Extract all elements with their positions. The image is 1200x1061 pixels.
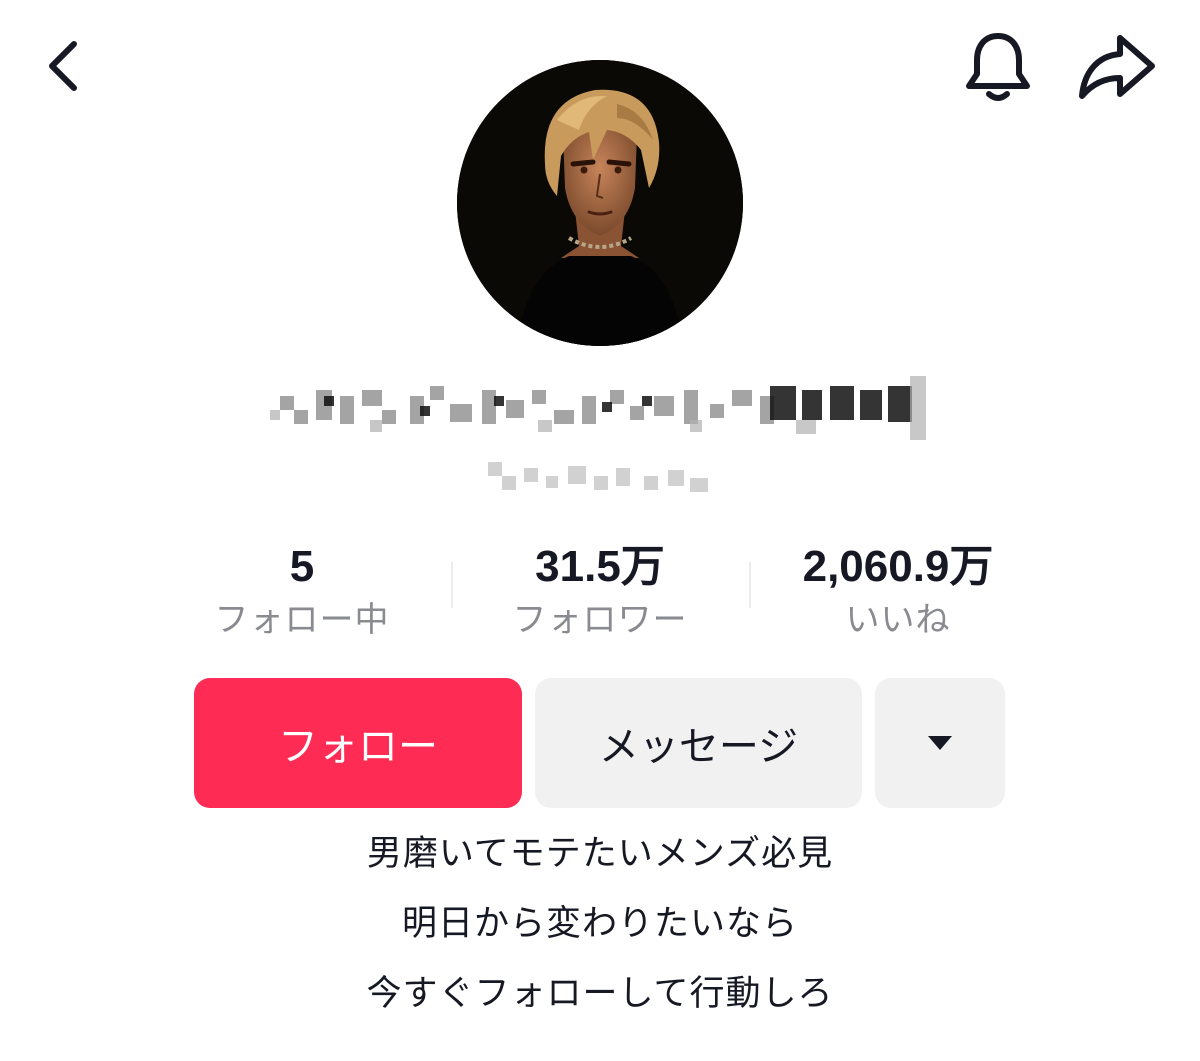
stat-followers[interactable]: 31.5万 フォロワー — [450, 540, 750, 642]
follow-button[interactable]: フォロー — [194, 678, 522, 808]
share-button[interactable] — [1074, 28, 1158, 108]
share-arrow-icon — [1079, 35, 1155, 99]
likes-count: 2,060.9万 — [802, 542, 994, 591]
following-label: フォロー中 — [214, 600, 390, 640]
following-count: 5 — [289, 542, 315, 591]
followers-count: 31.5万 — [535, 542, 665, 591]
bio-line: 明日から変わりたいなら — [401, 904, 798, 944]
avatar-portrait-image — [457, 60, 743, 346]
back-button[interactable] — [30, 32, 102, 104]
more-options-button[interactable] — [875, 678, 1005, 808]
bio: 男磨いてモテたいメンズ必見 明日から変わりたいなら 今すぐフォローして行動しろ — [200, 836, 1000, 1046]
notification-bell-button[interactable] — [958, 28, 1038, 108]
chevron-left-icon — [49, 41, 77, 91]
message-button[interactable]: メッセージ — [535, 678, 862, 808]
bio-line: 今すぐフォローして行動しろ — [366, 974, 834, 1014]
bio-line: 男磨いてモテたいメンズ必見 — [366, 834, 834, 874]
avatar[interactable] — [457, 60, 743, 346]
caret-down-icon — [928, 736, 952, 750]
follow-button-label: フォロー — [278, 724, 438, 770]
followers-label: フォロワー — [512, 600, 688, 640]
stat-likes[interactable]: 2,060.9万 いいね — [748, 540, 1048, 642]
likes-label: いいね — [845, 600, 951, 640]
display-name-censored — [270, 376, 926, 440]
handle-censored — [488, 462, 708, 492]
bell-icon — [966, 33, 1030, 101]
stat-following[interactable]: 5 フォロー中 — [152, 540, 452, 642]
message-button-label: メッセージ — [598, 724, 799, 770]
